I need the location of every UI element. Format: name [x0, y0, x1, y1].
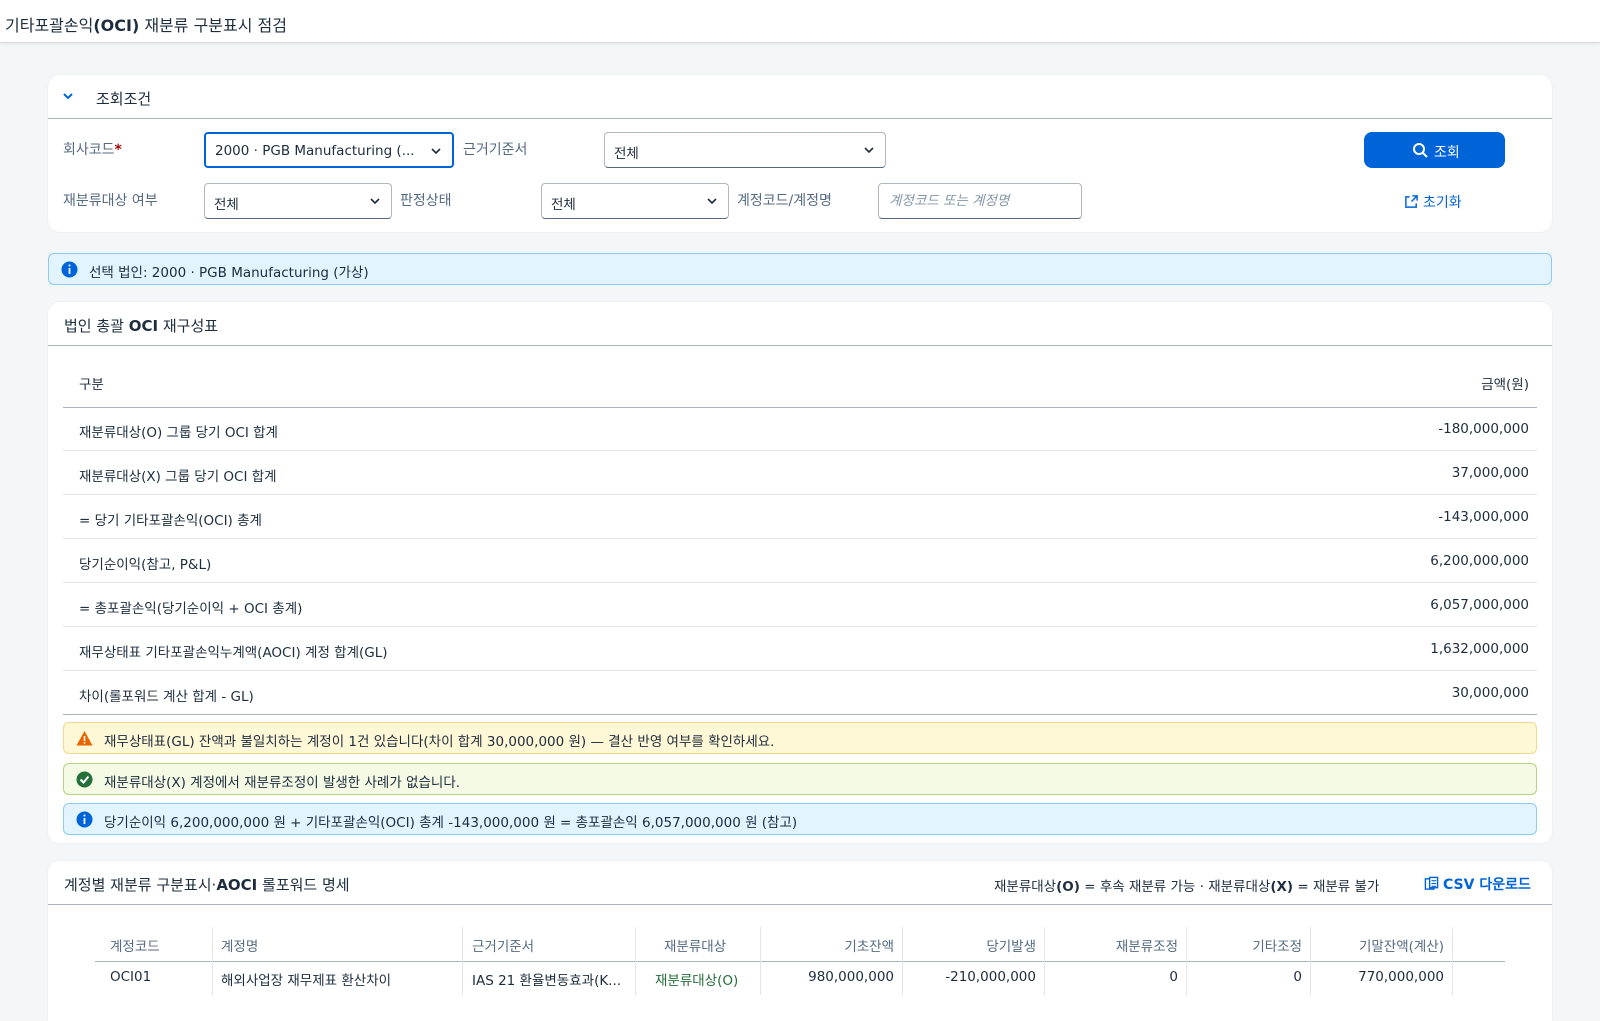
warning-message-strip: 재무상태표(GL) 잔액과 불일치하는 계정이 1건 있습니다(차이 합계 30… [63, 722, 1537, 754]
row-amount: 1,632,000,000 [1430, 641, 1529, 657]
row-amount: 6,057,000,000 [1430, 597, 1529, 613]
info-icon [76, 811, 93, 828]
column-header[interactable]: 기초잔액 [761, 927, 903, 961]
reclass-legend: 재분류대상(O) = 후속 재분류 가능 · 재분류대상(X) = 재분류 불가 [994, 879, 1380, 895]
chevron-down-icon[interactable] [61, 89, 75, 103]
column-header[interactable]: 근거기준서 [463, 927, 636, 961]
info-message-strip: 당기순이익 6,200,000,000 원 + 기타포괄손익(OCI) 총계 -… [63, 803, 1537, 835]
summary-card-title: 법인 총괄 OCI 재구성표 [64, 317, 219, 335]
reset-icon [1405, 195, 1418, 208]
row-amount: -180,000,000 [1438, 421, 1529, 437]
reclass-select-value: 전체 [214, 197, 239, 213]
company-label: 회사코드* [63, 142, 122, 158]
info-icon [61, 261, 78, 278]
column-header[interactable]: 계정명 [213, 927, 463, 961]
filter-panel-header[interactable]: 조회조건 [48, 75, 1552, 119]
success-message-strip: 재분류대상(X) 계정에서 재분류조정이 발생한 사례가 없습니다. [63, 763, 1537, 795]
table-row: = 당기 기타포괄손익(OCI) 총계 -143,000,000 [63, 496, 1537, 539]
cell-opening: 980,000,000 [761, 961, 903, 995]
reset-button-label: 초기화 [1423, 195, 1462, 211]
page-title: 기타포괄손익(OCI) 재분류 구분표시 점검 [5, 16, 287, 35]
summary-card: 법인 총괄 OCI 재구성표 구분 금액(원) 재분류대상(O) 그룹 당기 O… [48, 302, 1552, 843]
warning-icon [76, 731, 93, 746]
row-label: 재분류대상(X) 그룹 당기 OCI 합계 [79, 469, 277, 485]
status-select[interactable]: 전체 [541, 183, 729, 219]
status-label: 판정상태 [400, 193, 452, 209]
table-row: = 총포괄손익(당기순이익 + OCI 총계) 6,057,000,000 [63, 584, 1537, 627]
chevron-down-icon [864, 147, 874, 154]
filter-panel: 조회조건 회사코드* 2000 · PGB Manufacturing (...… [48, 75, 1552, 232]
table-row: 차이(롤포워드 계산 합계 - GL) 30,000,000 [63, 672, 1537, 715]
info-message-text: 당기순이익 6,200,000,000 원 + 기타포괄손익(OCI) 총계 -… [104, 815, 798, 831]
warning-message-text: 재무상태표(GL) 잔액과 불일치하는 계정이 1건 있습니다(차이 합계 30… [104, 734, 775, 750]
table-row: 재분류대상(O) 그룹 당기 OCI 합계 -180,000,000 [63, 408, 1537, 451]
row-label: 재무상태표 기타포괄손익누계액(AOCI) 계정 합계(GL) [79, 645, 388, 661]
cell-account-name: 해외사업장 재무제표 환산차이 [213, 961, 463, 995]
cell-closing: 770,000,000 [1311, 961, 1453, 995]
cell-reclass-adj: 0 [1045, 961, 1187, 995]
column-header[interactable]: 당기발생 [903, 927, 1045, 961]
search-button-label: 조회 [1434, 144, 1460, 160]
column-header[interactable]: 기타조정 [1187, 927, 1311, 961]
chevron-down-icon [431, 148, 441, 155]
detail-card: 계정별 재분류 구분표시·AOCI 롤포워드 명세 재분류대상(O) = 후속 … [48, 861, 1552, 1021]
cell-current: -210,000,000 [903, 961, 1045, 995]
check-circle-icon [76, 771, 93, 788]
basis-label: 근거기준서 [463, 142, 528, 158]
account-search-field[interactable] [878, 183, 1082, 219]
column-header[interactable]: 재분류조정 [1045, 927, 1187, 961]
csv-download-button[interactable]: CSV 다운로드 [1424, 874, 1531, 894]
csv-download-label: CSV 다운로드 [1443, 877, 1531, 893]
column-header-amount: 금액(원) [1481, 377, 1529, 393]
spreadsheet-icon [1424, 876, 1439, 890]
app-header: 기타포괄손익(OCI) 재분류 구분표시 점검 [0, 0, 1600, 43]
filter-panel-title: 조회조건 [96, 90, 152, 108]
basis-select-value: 전체 [614, 146, 639, 162]
cell-other-adj: 0 [1187, 961, 1311, 995]
chevron-down-icon [707, 198, 717, 205]
search-button[interactable]: 조회 [1364, 132, 1505, 168]
cell-account-code: OCI01 [95, 961, 213, 995]
company-select-value: 2000 · PGB Manufacturing (... [215, 143, 415, 159]
cell-reclass-status: 재분류대상(O) [636, 961, 761, 995]
table-row: 재무상태표 기타포괄손익누계액(AOCI) 계정 합계(GL) 1,632,000… [63, 628, 1537, 671]
row-label: 차이(롤포워드 계산 합계 - GL) [79, 689, 254, 705]
account-label: 계정코드/계정명 [737, 193, 832, 209]
table-row: 당기순이익(참고, P&L) 6,200,000,000 [63, 540, 1537, 583]
selected-entity-text: 선택 법인: 2000 · PGB Manufacturing (가상) [89, 265, 369, 281]
row-label: 당기순이익(참고, P&L) [79, 557, 212, 573]
row-amount: 30,000,000 [1451, 685, 1529, 701]
reset-button[interactable]: 초기화 [1404, 192, 1462, 212]
summary-table-header: 구분 금액(원) [63, 356, 1537, 408]
row-amount: 6,200,000,000 [1430, 553, 1529, 569]
column-header-label: 구분 [79, 377, 104, 393]
row-label: = 총포괄손익(당기순이익 + OCI 총계) [79, 601, 303, 617]
reclass-select[interactable]: 전체 [204, 183, 392, 219]
column-header[interactable]: 재분류대상 [636, 927, 761, 961]
success-message-text: 재분류대상(X) 계정에서 재분류조정이 발생한 사례가 없습니다. [104, 775, 461, 791]
cell-basis: IAS 21 환율변동효과(K... [463, 961, 636, 995]
detail-card-header: 계정별 재분류 구분표시·AOCI 롤포워드 명세 재분류대상(O) = 후속 … [48, 861, 1552, 905]
account-search-input[interactable] [879, 184, 1081, 218]
basis-select[interactable]: 전체 [604, 132, 886, 168]
summary-card-header: 법인 총괄 OCI 재구성표 [48, 302, 1552, 346]
table-row: 재분류대상(X) 그룹 당기 OCI 합계 37,000,000 [63, 452, 1537, 495]
company-select[interactable]: 2000 · PGB Manufacturing (... [204, 132, 454, 168]
row-amount: -143,000,000 [1438, 509, 1529, 525]
row-label: 재분류대상(O) 그룹 당기 OCI 합계 [79, 425, 278, 441]
detail-card-title: 계정별 재분류 구분표시·AOCI 롤포워드 명세 [64, 876, 350, 894]
row-amount: 37,000,000 [1451, 465, 1529, 481]
chevron-down-icon [370, 198, 380, 205]
column-header[interactable]: 계정코드 [95, 927, 213, 961]
status-select-value: 전체 [551, 197, 576, 213]
reclass-label: 재분류대상 여부 [63, 193, 158, 209]
selected-entity-strip: 선택 법인: 2000 · PGB Manufacturing (가상) [48, 253, 1552, 285]
column-header[interactable]: 기말잔액(계산) [1311, 927, 1453, 961]
search-icon [1413, 143, 1428, 158]
row-label: = 당기 기타포괄손익(OCI) 총계 [79, 513, 262, 529]
